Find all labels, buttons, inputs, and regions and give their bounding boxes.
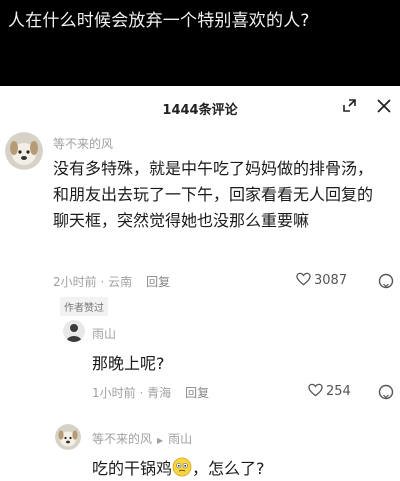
comments-sheet: 1444条评论 等不来的风 没有多特殊，就是中午吃了妈妈做的排骨汤，和朋友出去玩… (0, 86, 400, 481)
comment-username[interactable]: 雨山 (92, 325, 116, 342)
dislike-icon[interactable] (378, 384, 394, 400)
like-button[interactable]: 254 (308, 383, 351, 399)
like-count: 3087 (314, 273, 348, 288)
like-count: 254 (326, 384, 351, 399)
sheepish-emoji-icon (172, 457, 192, 477)
comment-time: 2小时前 (53, 275, 97, 289)
like-button[interactable]: 3087 (296, 272, 347, 288)
comment-text: 那晚上呢? (92, 354, 165, 373)
comment-username[interactable]: 等不来的风 (92, 432, 152, 446)
comments-header: 1444条评论 (0, 86, 400, 128)
heart-icon (308, 383, 323, 397)
avatar[interactable] (63, 320, 85, 342)
avatar[interactable] (5, 132, 43, 170)
comment-text: 吃的干锅鸡 ，怎么了? (92, 455, 265, 479)
comment-time: 1小时前 (92, 386, 136, 400)
dislike-icon[interactable] (378, 273, 394, 289)
comment-text-part: ，怎么了? (192, 459, 265, 478)
heart-icon (296, 272, 311, 286)
expand-icon[interactable] (340, 96, 360, 116)
avatar[interactable] (55, 424, 81, 450)
reply-arrow-icon: ▶ (157, 436, 164, 445)
reply-button[interactable]: 回复 (146, 275, 170, 289)
reply-button[interactable]: 回复 (185, 386, 209, 400)
comment-text-part: 吃的干锅鸡 (92, 459, 173, 478)
comment-text: 没有多特殊，就是中午吃了妈妈做的排骨汤，和朋友出去玩了一下午，回家看看无人回复的… (53, 159, 374, 230)
comment-location: 青海 (147, 386, 172, 400)
reply-target-username[interactable]: 雨山 (168, 432, 192, 446)
question-bar: 人在什么时候会放弃一个特别喜欢的人? (0, 0, 400, 86)
question-title: 人在什么时候会放弃一个特别喜欢的人? (8, 11, 310, 31)
comment-username[interactable]: 等不来的风 (53, 135, 113, 152)
comment-meta: 2小时前 · 云南 回复 (53, 275, 171, 289)
comment-meta: 1小时前 · 青海 回复 (92, 386, 210, 400)
comment-location: 云南 (108, 275, 133, 289)
author-liked-badge: 作者赞过 (60, 297, 108, 316)
reply-header: 等不来的风 ▶ 雨山 (92, 430, 192, 447)
close-icon[interactable] (374, 96, 394, 116)
